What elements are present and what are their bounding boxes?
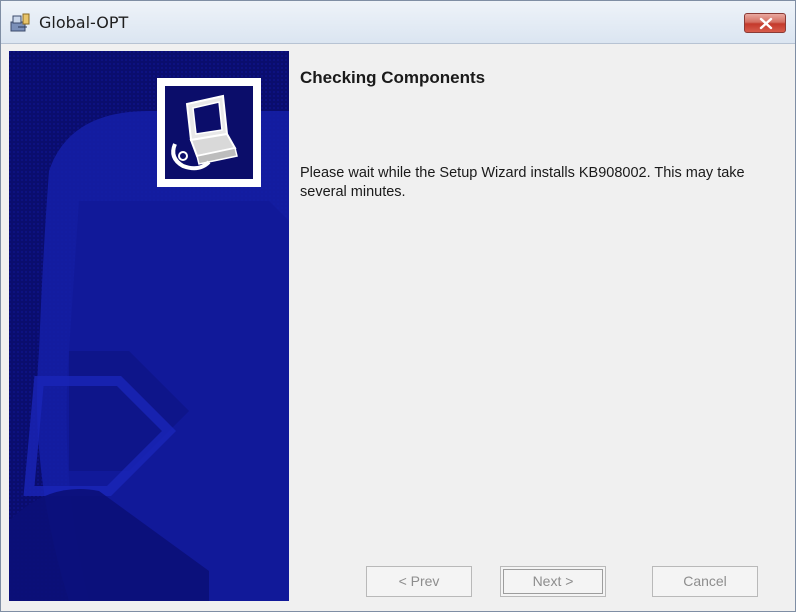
wizard-content: Checking Components Please wait while th… (289, 51, 789, 601)
setup-logo (157, 78, 261, 187)
title-bar[interactable]: Global-OPT (1, 1, 795, 44)
prev-button[interactable]: < Prev (366, 566, 472, 597)
status-message: Please wait while the Setup Wizard insta… (300, 165, 745, 200)
cancel-button[interactable]: Cancel (652, 566, 758, 597)
window-title: Global-OPT (39, 13, 129, 32)
next-button[interactable]: Next > (500, 566, 606, 597)
page-title: Checking Components (300, 68, 486, 87)
installer-icon (9, 13, 31, 33)
wizard-banner-panel (9, 51, 289, 601)
computer-install-icon (171, 94, 238, 171)
setup-wizard-window: Global-OPT Checking Components Please wa… (0, 0, 796, 612)
close-button[interactable] (744, 13, 786, 33)
close-icon (759, 17, 773, 30)
